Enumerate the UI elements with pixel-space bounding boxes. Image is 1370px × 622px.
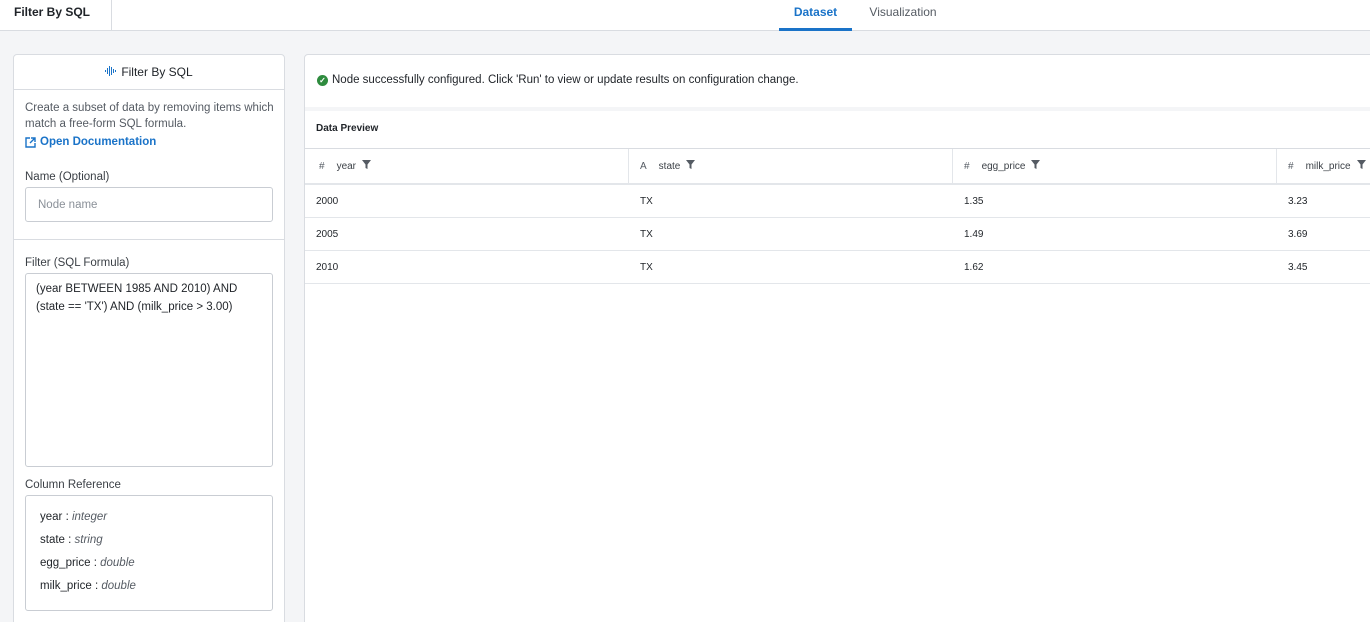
filter-label: Filter (SQL Formula)	[25, 257, 130, 269]
panel-title: Filter By SQL	[121, 65, 193, 79]
table-cell: 1.62	[964, 261, 984, 273]
column-header-egg-price[interactable]: # egg_price	[953, 149, 1277, 183]
table-cell: TX	[640, 228, 653, 240]
config-panel: Filter By SQL Create a subset of data by…	[13, 54, 285, 622]
table-cell: 2005	[316, 228, 339, 240]
waveform-icon	[105, 65, 117, 79]
node-description: Create a subset of data by removing item…	[25, 102, 274, 130]
number-type-icon: #	[964, 160, 970, 172]
tab-dataset[interactable]: Dataset	[779, 0, 852, 31]
column-ref-item: state : string	[40, 534, 103, 546]
data-preview-title: Data Preview	[316, 123, 379, 134]
table-row: 2000 TX 1.35 3.23	[305, 185, 1370, 218]
table-row: 2005 TX 1.49 3.69	[305, 218, 1370, 251]
column-reference-box: year : integer state : string egg_price …	[25, 495, 273, 611]
column-header-milk-price[interactable]: # milk_price	[1277, 149, 1370, 183]
number-type-icon: #	[319, 160, 325, 172]
column-reference-label: Column Reference	[25, 479, 121, 491]
top-bar: Filter By SQL Dataset Visualization	[0, 0, 1370, 31]
tab-visualization[interactable]: Visualization	[860, 0, 946, 31]
column-ref-item: year : integer	[40, 511, 108, 523]
string-type-icon: A	[640, 160, 647, 172]
filter-icon[interactable]	[1031, 160, 1041, 172]
table-cell: 3.69	[1288, 228, 1308, 240]
name-label: Name (Optional)	[25, 171, 110, 183]
table-cell: 3.45	[1288, 261, 1308, 273]
table-cell: TX	[640, 195, 653, 207]
node-tab-filter-by-sql[interactable]: Filter By SQL	[0, 0, 112, 31]
number-type-icon: #	[1288, 160, 1294, 172]
section-divider	[305, 107, 1370, 111]
table-cell: 1.35	[964, 195, 984, 207]
check-circle-icon: ✓	[317, 74, 328, 86]
open-documentation-link[interactable]: Open Documentation	[25, 136, 156, 148]
table-row: 2010 TX 1.62 3.45	[305, 251, 1370, 284]
external-link-icon	[25, 136, 36, 148]
filter-icon[interactable]	[362, 160, 372, 172]
status-message: ✓ Node successfully configured. Click 'R…	[317, 74, 799, 86]
section-divider	[14, 239, 284, 240]
table-cell: TX	[640, 261, 653, 273]
status-text: Node successfully configured. Click 'Run…	[332, 74, 799, 86]
open-documentation-label: Open Documentation	[40, 136, 157, 148]
table-cell: 1.49	[964, 228, 984, 240]
column-ref-item: milk_price : double	[40, 580, 136, 592]
filter-icon[interactable]	[1356, 160, 1366, 172]
panel-header: Filter By SQL	[14, 55, 284, 90]
table-cell: 2010	[316, 261, 339, 273]
column-header-state[interactable]: A state	[629, 149, 953, 183]
node-name-input[interactable]	[25, 187, 273, 222]
table-cell: 3.23	[1288, 195, 1308, 207]
results-panel: ✓ Node successfully configured. Click 'R…	[304, 54, 1370, 622]
filter-icon[interactable]	[686, 160, 696, 172]
data-preview-table: # year A state # egg_price # milk_price …	[305, 148, 1370, 284]
sql-formula-input[interactable]: (year BETWEEN 1985 AND 2010) AND (state …	[25, 273, 273, 467]
column-ref-item: egg_price : double	[40, 557, 135, 569]
table-cell: 2000	[316, 195, 339, 207]
table-header-row: # year A state # egg_price # milk_price	[305, 149, 1370, 185]
column-header-year[interactable]: # year	[305, 149, 629, 183]
